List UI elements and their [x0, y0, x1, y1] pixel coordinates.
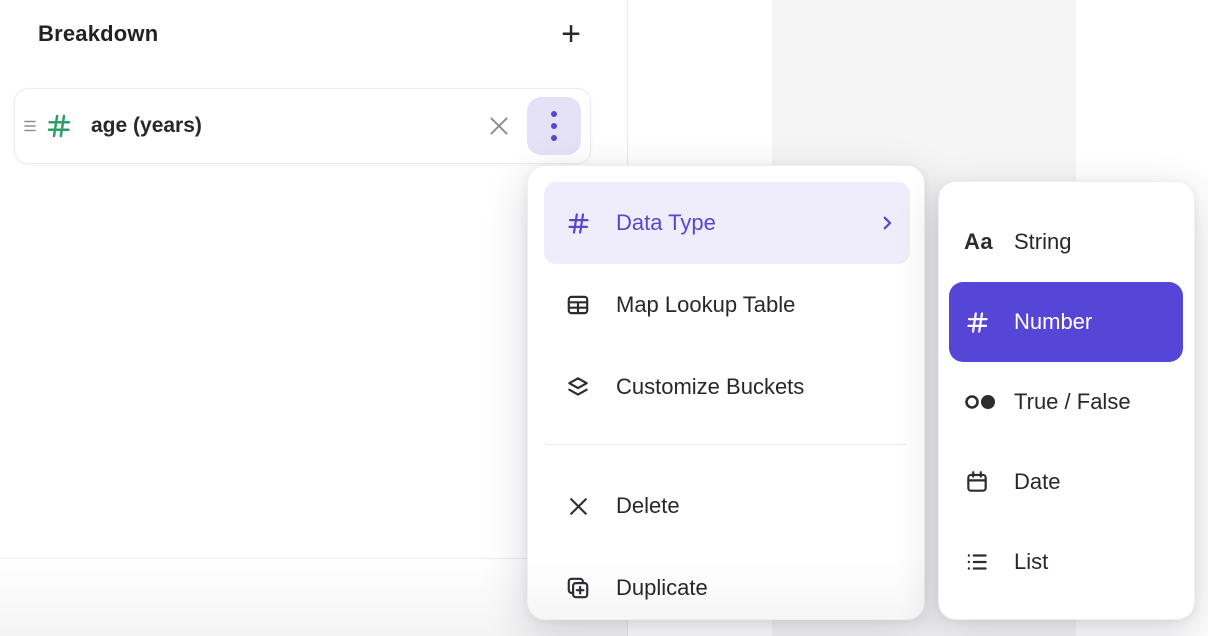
duplicate-icon	[564, 575, 592, 601]
breakdown-field-card[interactable]: age (years)	[14, 88, 591, 164]
menu-item-data-type[interactable]: Data Type	[544, 182, 910, 264]
submenu-item-true-false[interactable]: True / False	[939, 362, 1194, 442]
calendar-icon	[964, 469, 1000, 495]
submenu-item-label: Number	[1014, 309, 1092, 335]
submenu-item-string[interactable]: Aa String	[939, 202, 1194, 282]
layers-icon	[564, 374, 592, 400]
submenu-item-label: True / False	[1014, 389, 1131, 415]
submenu-item-date[interactable]: Date	[939, 442, 1194, 522]
boolean-circles-icon	[964, 392, 1000, 412]
submenu-item-label: List	[1014, 549, 1048, 575]
drag-handle-icon[interactable]	[21, 117, 39, 135]
hash-icon	[564, 210, 592, 237]
submenu-item-list[interactable]: List	[939, 522, 1194, 602]
menu-item-label: Duplicate	[616, 575, 900, 601]
menu-item-label: Customize Buckets	[616, 374, 900, 400]
field-more-options-button[interactable]	[527, 97, 581, 155]
number-hash-icon	[39, 111, 79, 141]
menu-item-label: Delete	[616, 493, 900, 519]
breakdown-header: Breakdown +	[38, 16, 587, 52]
string-aa-icon: Aa	[964, 229, 1000, 255]
add-breakdown-button[interactable]: +	[555, 19, 587, 49]
page-title: Breakdown	[38, 21, 158, 47]
breakdown-screen: Breakdown + age (years)	[0, 0, 1208, 636]
kebab-menu-icon	[551, 111, 557, 141]
submenu-item-label: Date	[1014, 469, 1060, 495]
menu-item-duplicate[interactable]: Duplicate	[528, 547, 924, 620]
remove-field-button[interactable]	[479, 106, 519, 146]
menu-item-label: Data Type	[616, 210, 878, 236]
data-type-submenu: Aa String Number True / False	[938, 181, 1195, 620]
chevron-right-icon	[878, 214, 896, 232]
menu-item-customize-buckets[interactable]: Customize Buckets	[528, 346, 924, 428]
x-icon	[486, 113, 512, 139]
submenu-item-number[interactable]: Number	[949, 282, 1183, 362]
menu-item-label: Map Lookup Table	[616, 292, 900, 318]
field-name: age (years)	[91, 114, 479, 138]
menu-item-map-lookup-table[interactable]: Map Lookup Table	[528, 264, 924, 346]
field-context-menu: Data Type Map Lookup Table	[527, 165, 925, 620]
hash-icon	[964, 309, 1000, 336]
table-icon	[564, 292, 592, 318]
menu-divider	[546, 444, 906, 445]
menu-item-delete[interactable]: Delete	[528, 465, 924, 547]
list-icon	[964, 549, 1000, 575]
submenu-item-label: String	[1014, 229, 1071, 255]
x-icon	[564, 494, 592, 519]
